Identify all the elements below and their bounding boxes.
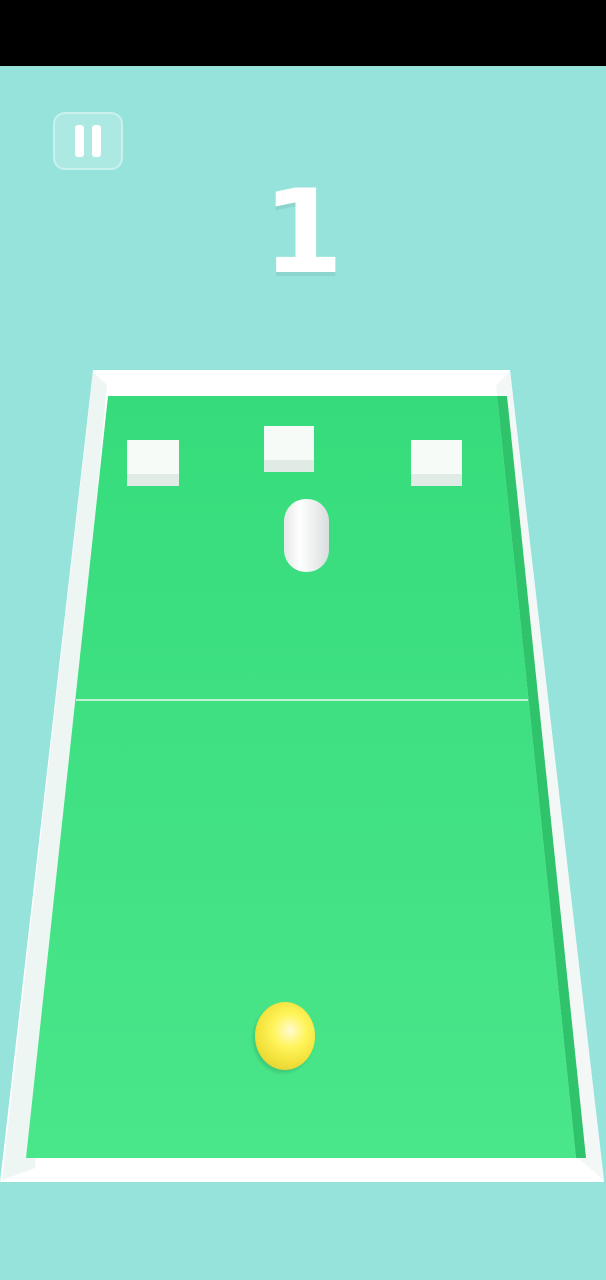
player-ball[interactable] [255, 1002, 315, 1070]
game-board[interactable] [0, 0, 606, 1280]
block-center [264, 426, 314, 472]
opponent-paddle [284, 499, 329, 572]
block-right [411, 440, 462, 486]
block-left [127, 440, 179, 486]
